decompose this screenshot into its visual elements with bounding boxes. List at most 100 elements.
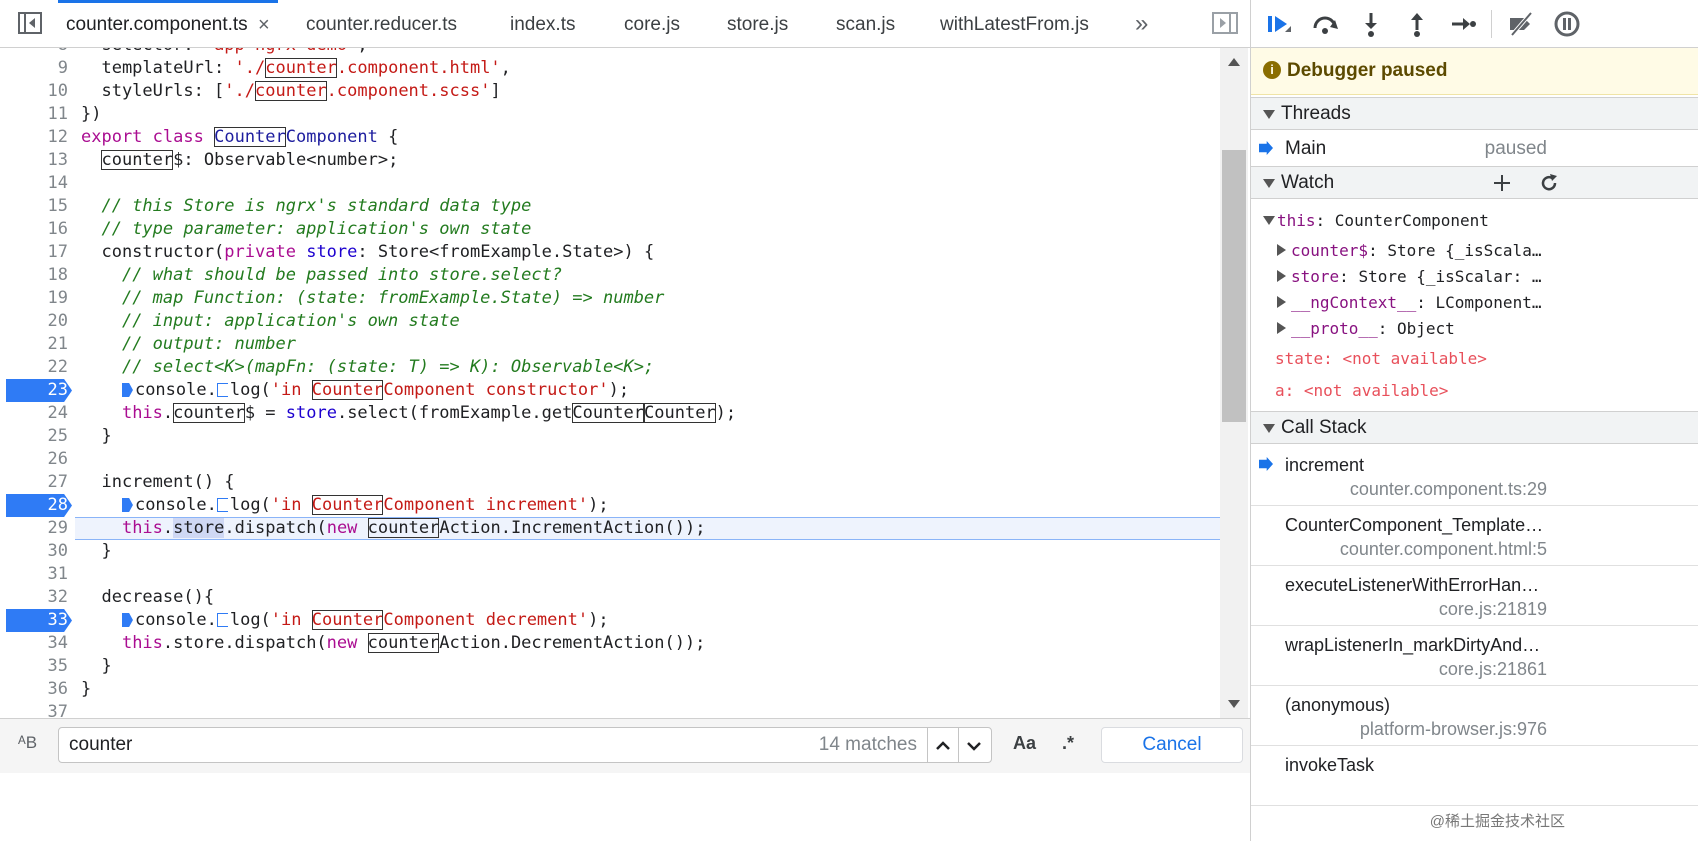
breakpoint-marker[interactable]: 23	[6, 379, 72, 402]
line-number[interactable]: 23	[6, 379, 68, 402]
frame-location[interactable]: platform-browser.js:976	[1360, 719, 1547, 740]
toggle-debugger-sidebar-icon[interactable]	[1212, 12, 1238, 34]
tab-counter-reducer-ts[interactable]: counter.reducer.ts	[306, 0, 457, 47]
line-number[interactable]: 32	[0, 586, 68, 609]
line-number[interactable]: 17	[0, 241, 68, 264]
step-icon[interactable]	[1449, 10, 1477, 38]
line-number[interactable]: 24	[0, 402, 68, 425]
line-number[interactable]: 14	[0, 172, 68, 195]
search-previous-button[interactable]	[927, 728, 958, 762]
refresh-watch-icon[interactable]	[1539, 173, 1559, 193]
expand-triangle-icon[interactable]	[1277, 296, 1286, 308]
inline-breakpoint-active-icon[interactable]	[121, 498, 133, 512]
tab-store-js[interactable]: store.js	[727, 0, 788, 47]
line-number[interactable]: 27	[0, 471, 68, 494]
watch-item[interactable]: this: CounterComponent	[1251, 208, 1698, 233]
line-number[interactable]: 19	[0, 287, 68, 310]
watch-section-header[interactable]: Watch	[1251, 166, 1698, 199]
inline-breakpoint-available-icon[interactable]	[216, 613, 228, 627]
line-number[interactable]: 10	[0, 80, 68, 103]
inline-breakpoint-available-icon[interactable]	[216, 498, 228, 512]
add-watch-icon[interactable]	[1493, 174, 1511, 192]
inline-breakpoint-active-icon[interactable]	[121, 613, 133, 627]
collapse-triangle-icon[interactable]	[1263, 216, 1275, 225]
frame-location[interactable]: core.js:21861	[1439, 659, 1547, 680]
deactivate-breakpoints-icon[interactable]	[1507, 10, 1535, 38]
search-input[interactable]: counter 14 matches	[58, 727, 992, 763]
line-number[interactable]: 26	[0, 448, 68, 471]
step-into-icon[interactable]	[1357, 10, 1385, 38]
editor-scrollbar[interactable]	[1220, 48, 1248, 718]
breakpoint-marker[interactable]: 33	[6, 609, 72, 632]
line-number[interactable]: 25	[0, 425, 68, 448]
line-number[interactable]: 30	[0, 540, 68, 563]
search-options-icon[interactable]: ᴬB	[18, 733, 37, 753]
watch-item[interactable]: state: <not available>	[1251, 346, 1698, 371]
expand-triangle-icon[interactable]	[1277, 322, 1286, 334]
line-number[interactable]: 16	[0, 218, 68, 241]
line-number[interactable]: 31	[0, 563, 68, 586]
line-number[interactable]: 28	[6, 494, 68, 517]
line-number[interactable]: 29	[0, 517, 68, 540]
line-number[interactable]: 33	[6, 609, 68, 632]
call-stack-frame[interactable]: increment counter.component.ts:29	[1251, 446, 1698, 506]
call-stack-frame[interactable]: executeListenerWithErrorHan… core.js:2181…	[1251, 566, 1698, 626]
call-stack-frame[interactable]: (anonymous) platform-browser.js:976	[1251, 686, 1698, 746]
breakpoint-marker[interactable]: 28	[6, 494, 72, 517]
close-tab-icon[interactable]: ×	[258, 0, 270, 50]
tab-withlatestfrom-js[interactable]: withLatestFrom.js	[940, 0, 1089, 47]
expand-triangle-icon[interactable]	[1277, 270, 1286, 282]
resume-icon[interactable]	[1265, 10, 1293, 38]
watch-separator: :	[1416, 293, 1436, 312]
frame-location[interactable]: core.js:21819	[1439, 599, 1547, 620]
watch-item[interactable]: __ngContext__: LComponent…	[1251, 290, 1698, 315]
inline-breakpoint-available-icon[interactable]	[216, 383, 228, 397]
tab-scan-js[interactable]: scan.js	[836, 0, 895, 47]
watch-item[interactable]: counter$: Store {_isScala…	[1251, 238, 1698, 263]
threads-section-header[interactable]: Threads	[1251, 97, 1698, 130]
line-number[interactable]: 12	[0, 126, 68, 149]
watch-item[interactable]: __proto__: Object	[1251, 316, 1698, 341]
scroll-up-icon[interactable]	[1228, 58, 1240, 66]
code-editor[interactable]: 8 selector: 'app-ngrx-demo',9 templateUr…	[0, 48, 1250, 718]
frame-location[interactable]: counter.component.ts:29	[1350, 479, 1547, 500]
scroll-down-icon[interactable]	[1228, 700, 1240, 708]
search-next-button[interactable]	[958, 728, 989, 762]
line-number[interactable]: 18	[0, 264, 68, 287]
cancel-search-button[interactable]: Cancel	[1101, 727, 1243, 763]
regex-button[interactable]: .*	[1062, 733, 1074, 754]
line-number[interactable]: 22	[0, 356, 68, 379]
call-stack-frame[interactable]: CounterComponent_Template… counter.compon…	[1251, 506, 1698, 566]
line-number[interactable]: 20	[0, 310, 68, 333]
match-case-button[interactable]: Aa	[1013, 733, 1036, 754]
call-stack-section-header[interactable]: Call Stack	[1251, 411, 1698, 444]
line-number[interactable]: 35	[0, 655, 68, 678]
line-number[interactable]: 8	[0, 48, 68, 57]
watch-item[interactable]: store: Store {_isScalar: …	[1251, 264, 1698, 289]
line-number[interactable]: 34	[0, 632, 68, 655]
line-number[interactable]: 11	[0, 103, 68, 126]
frame-location[interactable]: counter.component.html:5	[1340, 539, 1547, 560]
tab-counter-component-ts[interactable]: counter.component.ts ×	[58, 0, 278, 47]
line-number[interactable]: 36	[0, 678, 68, 701]
inline-breakpoint-active-icon[interactable]	[121, 383, 133, 397]
expand-triangle-icon[interactable]	[1277, 244, 1286, 256]
line-number[interactable]: 15	[0, 195, 68, 218]
line-number[interactable]: 37	[0, 701, 68, 718]
scrollbar-thumb[interactable]	[1222, 150, 1246, 422]
pause-on-exceptions-icon[interactable]	[1553, 10, 1581, 38]
tab-core-js[interactable]: core.js	[624, 0, 680, 47]
line-number[interactable]: 9	[0, 57, 68, 80]
call-stack-frame[interactable]: invokeTask	[1251, 746, 1698, 806]
watch-item[interactable]: a: <not available>	[1251, 378, 1698, 403]
step-over-icon[interactable]	[1311, 10, 1339, 38]
line-number[interactable]: 13	[0, 149, 68, 172]
thread-main[interactable]: Main paused	[1251, 132, 1698, 165]
tab-index-ts[interactable]: index.ts	[510, 0, 575, 47]
toggle-navigator-icon[interactable]	[18, 12, 42, 34]
tab-label: counter.component.ts	[66, 14, 248, 35]
more-tabs-icon[interactable]: »	[1135, 10, 1148, 38]
line-number[interactable]: 21	[0, 333, 68, 356]
step-out-icon[interactable]	[1403, 10, 1431, 38]
call-stack-frame[interactable]: wrapListenerIn_markDirtyAnd… core.js:2186…	[1251, 626, 1698, 686]
